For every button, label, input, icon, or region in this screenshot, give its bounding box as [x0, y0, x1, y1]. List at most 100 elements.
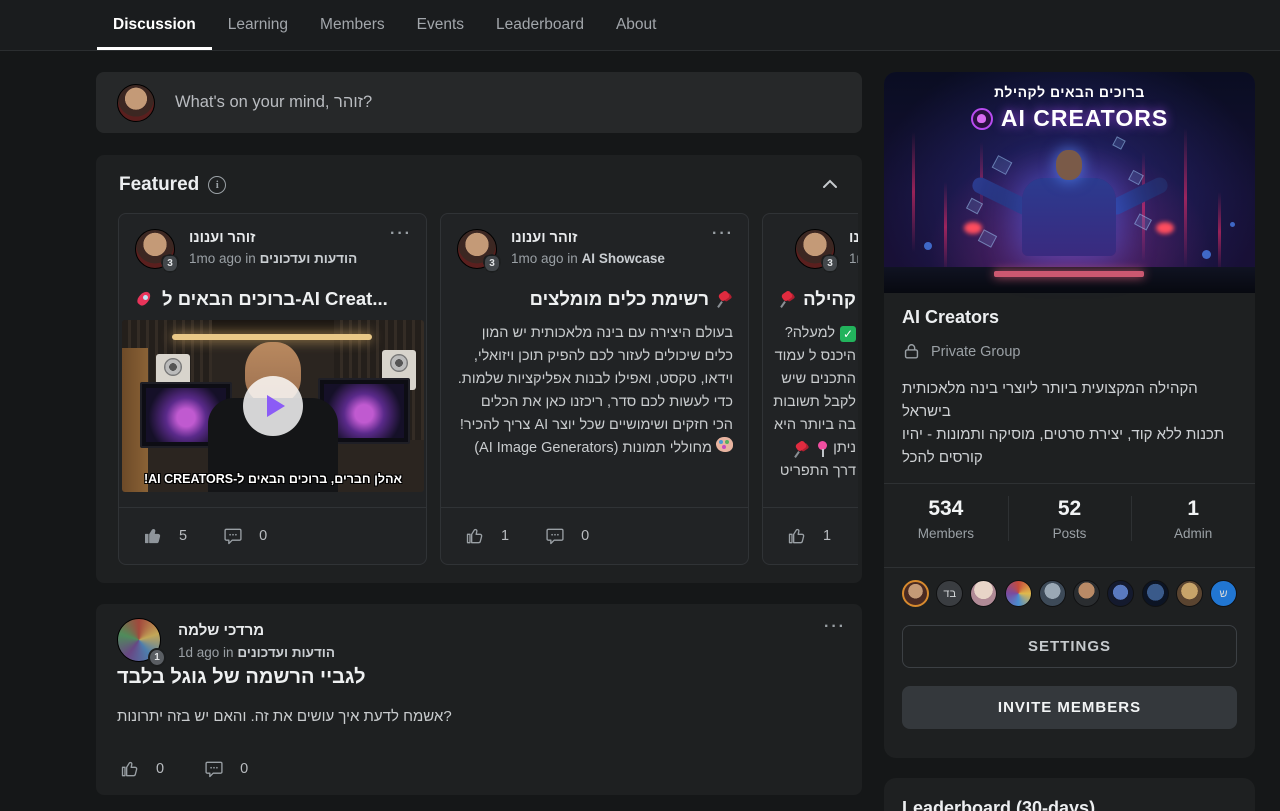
- comment-button[interactable]: 0: [204, 759, 248, 779]
- palette-emoji-icon: [716, 437, 733, 452]
- stat-value: 534: [884, 497, 1008, 521]
- member-avatar[interactable]: [1039, 580, 1066, 607]
- like-count: 5: [179, 528, 187, 544]
- post-category[interactable]: הודעות ועדכונים: [260, 251, 358, 266]
- tab-learning[interactable]: Learning: [212, 0, 304, 50]
- card-title[interactable]: קהילה: [771, 286, 856, 312]
- featured-section: Featured i 3 זוהר וענונו 1mo ago in הודע…: [96, 155, 862, 583]
- tab-about[interactable]: About: [600, 0, 673, 50]
- tab-members[interactable]: Members: [304, 0, 401, 50]
- body-line: היכנס ל עמוד: [763, 345, 856, 368]
- chevron-up-icon[interactable]: [822, 176, 838, 194]
- author-name[interactable]: זוהר וענונו: [189, 230, 255, 246]
- comment-count: 0: [259, 528, 267, 544]
- top-navigation: Discussion Learning Members Events Leade…: [0, 0, 1280, 51]
- more-options-icon[interactable]: ···: [390, 225, 412, 243]
- member-avatar[interactable]: [970, 580, 997, 607]
- brain-icon: [971, 108, 993, 130]
- like-button[interactable]: 0: [120, 759, 164, 779]
- red-pin-emoji-icon: [779, 290, 797, 308]
- composer-placeholder: What's on your mind, זוהר?: [175, 93, 372, 112]
- like-button[interactable]: 5: [143, 526, 187, 546]
- body-line: ניתן: [763, 437, 856, 460]
- round-pin-emoji-icon: [816, 441, 828, 457]
- group-cover-image: ברוכים הבאים לקהילת AI CREATORS: [884, 72, 1255, 293]
- like-button[interactable]: 1: [787, 526, 831, 546]
- settings-button[interactable]: SETTINGS: [902, 625, 1237, 668]
- studio-light: [172, 334, 372, 340]
- post-category[interactable]: הודעות ועדכונים: [237, 645, 335, 660]
- post-time: 1mo ago in: [511, 251, 578, 266]
- figure-head: [1056, 150, 1082, 180]
- stat-value: 52: [1008, 497, 1132, 521]
- author-name[interactable]: מרדכי שלמה: [178, 622, 264, 639]
- thumbs-up-icon: [143, 526, 163, 546]
- post-composer[interactable]: What's on your mind, זוהר?: [96, 72, 862, 133]
- featured-title: Featured: [119, 174, 199, 196]
- privacy-label: Private Group: [931, 344, 1020, 360]
- play-button[interactable]: [243, 376, 303, 436]
- comment-button[interactable]: 0: [223, 526, 267, 546]
- member-avatar[interactable]: [902, 580, 929, 607]
- info-icon[interactable]: i: [208, 176, 226, 194]
- comment-icon: [545, 526, 565, 546]
- more-options-icon[interactable]: ···: [824, 618, 846, 636]
- level-badge: 3: [821, 254, 839, 273]
- level-badge: 3: [483, 254, 501, 273]
- card-title-text: קהילה: [803, 288, 856, 310]
- post-title[interactable]: לגביי הרשמה של גוגל בלבד: [117, 666, 366, 689]
- privacy-row: Private Group: [902, 342, 1237, 361]
- feed-post[interactable]: 1 מרדכי שלמה 1d ago in הודעות ועדכונים ·…: [96, 604, 862, 795]
- stat-members[interactable]: 534 Members: [884, 484, 1008, 553]
- post-category[interactable]: AI Showcase: [582, 251, 665, 266]
- keyboard-glow: [994, 271, 1144, 277]
- like-count: 1: [501, 528, 509, 544]
- stat-label: Members: [884, 526, 1008, 541]
- card-title-text: ברוכים הבאים ל-AI Creat...: [162, 288, 388, 310]
- comment-button[interactable]: 0: [545, 526, 589, 546]
- post-body: אשמח לדעת איך עושים את זה. והאם יש בזה י…: [117, 708, 842, 725]
- member-avatar[interactable]: בד: [936, 580, 963, 607]
- member-avatar[interactable]: [1107, 580, 1134, 607]
- member-avatar[interactable]: [1005, 580, 1032, 607]
- video-thumbnail[interactable]: אהלן חברים, ברוכים הבאים ל-AI CREATORS!: [122, 320, 424, 492]
- tab-leaderboard[interactable]: Leaderboard: [480, 0, 600, 50]
- like-count: 1: [823, 528, 831, 544]
- member-avatar[interactable]: [1073, 580, 1100, 607]
- like-count: 0: [156, 761, 164, 777]
- card-body-text: בעולם היצירה עם בינה מלאכותית יש המון כל…: [457, 322, 733, 506]
- post-time: 1d ago in: [178, 645, 234, 660]
- community-page: { "colors": { "background": "#151718", "…: [0, 0, 1280, 811]
- stat-admin[interactable]: 1 Admin: [1131, 484, 1255, 553]
- card-title[interactable]: רשימת כלים מומלצים: [457, 286, 734, 312]
- engagement-bar: 1 0: [441, 507, 748, 564]
- rocket-emoji-icon: [135, 289, 155, 309]
- card-title[interactable]: ברוכים הבאים ל-AI Creat...: [135, 286, 412, 312]
- group-stats: 534 Members 52 Posts 1 Admin: [884, 484, 1255, 553]
- glowing-hand: [964, 222, 982, 234]
- tab-discussion[interactable]: Discussion: [97, 0, 212, 50]
- post-meta: 1mo ago in הודעות ועדכונים: [189, 251, 357, 266]
- card-header: 3 זוהר וענונו 1mo ago in הודעות ועדכונים…: [135, 229, 412, 273]
- card-title-text: רשימת כלים מומלצים: [530, 288, 709, 310]
- invite-members-button[interactable]: INVITE MEMBERS: [902, 686, 1237, 729]
- author-name[interactable]: זוהר וענונו: [511, 230, 577, 246]
- author-name[interactable]: זוהר וענונו: [849, 230, 858, 246]
- featured-card-welcome[interactable]: 3 זוהר וענונו 1mo ago in הודעות ועדכונים…: [118, 213, 427, 565]
- more-options-icon[interactable]: ···: [712, 225, 734, 243]
- like-button[interactable]: 1: [465, 526, 509, 546]
- current-user-avatar[interactable]: [117, 84, 155, 122]
- member-avatar[interactable]: [1142, 580, 1169, 607]
- green-check-emoji-icon: ✓: [840, 326, 856, 342]
- member-avatar[interactable]: ש: [1210, 580, 1237, 607]
- member-avatar[interactable]: [1176, 580, 1203, 607]
- featured-card-community[interactable]: 3 זוהר וענונו 1mo ago in קהילה ✓למעלה? ה…: [762, 213, 858, 565]
- tab-events[interactable]: Events: [401, 0, 480, 50]
- red-pin-emoji-icon: [716, 290, 734, 308]
- engagement-bar: 1: [763, 507, 858, 564]
- stat-posts[interactable]: 52 Posts: [1008, 484, 1132, 553]
- stat-label: Posts: [1008, 526, 1132, 541]
- featured-card-tools[interactable]: 3 זוהר וענונו 1mo ago in AI Showcase ···…: [440, 213, 749, 565]
- post-meta: 1d ago in הודעות ועדכונים: [178, 645, 335, 660]
- post-meta: 1mo ago in: [849, 251, 858, 266]
